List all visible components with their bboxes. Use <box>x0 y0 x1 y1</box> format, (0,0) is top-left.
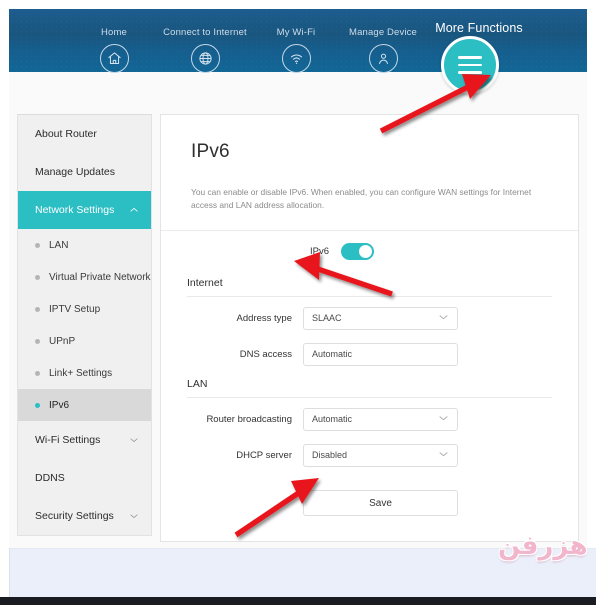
dhcp-server-value: Disabled <box>312 450 348 460</box>
bullet-icon <box>35 338 40 344</box>
section-title: LAN <box>187 378 208 390</box>
nav-item-my-wifi[interactable]: My Wi-Fi <box>267 9 325 73</box>
field-label: Router broadcasting <box>206 413 292 425</box>
wifi-icon <box>281 44 311 73</box>
top-navigation-bar: Home Connect to Internet My Wi-Fi Manage… <box>9 9 587 73</box>
ipv6-toggle-label: IPv6 <box>309 245 329 257</box>
section-title: Internet <box>187 277 223 289</box>
sidebar-item-label: Virtual Private Network <box>49 271 151 283</box>
sidebar-item-label: Manage Updates <box>35 166 115 178</box>
sidebar-item-label: UPnP <box>49 335 76 347</box>
sidebar-item-label: IPv6 <box>49 399 70 411</box>
field-label: Address type <box>236 312 292 324</box>
card-body: IPv6 Internet Address type SLAAC DNS acc… <box>161 231 578 516</box>
user-icon <box>368 44 398 73</box>
toggle-knob <box>359 244 372 258</box>
nav-item-connect-to-internet[interactable]: Connect to Internet <box>159 9 251 73</box>
field-dhcp-server: DHCP server Disabled <box>185 440 554 470</box>
address-type-select[interactable]: SLAAC <box>303 306 458 330</box>
router-admin-screenshot: Home Connect to Internet My Wi-Fi Manage… <box>0 0 596 605</box>
hamburger-bar-3 <box>458 71 482 74</box>
field-label: DHCP server <box>236 449 292 461</box>
sidebar-item-manage-updates[interactable]: Manage Updates <box>18 153 151 191</box>
sidebar-item-virtual-private-network[interactable]: Virtual Private Network <box>18 261 151 293</box>
field-label: DNS access <box>239 348 292 360</box>
nav-item-manage-device-label: Manage Device <box>349 27 417 38</box>
nav-item-connect-label: Connect to Internet <box>163 27 247 38</box>
bullet-icon <box>35 402 40 408</box>
hamburger-icon[interactable] <box>441 36 499 94</box>
sidebar-item-label: Network Settings <box>35 204 115 216</box>
sidebar-item-label: DDNS <box>35 472 65 484</box>
ipv6-settings-card: IPv6 You can enable or disable IPv6. Whe… <box>160 114 579 542</box>
dhcp-server-select[interactable]: Disabled <box>303 443 458 467</box>
save-button-wrapper: Save <box>185 490 554 516</box>
sidebar-item-label: Wi-Fi Settings <box>35 434 101 446</box>
sidebar-item-iptv-setup[interactable]: IPTV Setup <box>18 293 151 325</box>
watermark: هزرفن <box>498 531 589 561</box>
sidebar-item-upnp[interactable]: UPnP <box>18 325 151 357</box>
chevron-down-icon <box>438 413 449 426</box>
globe-icon <box>190 44 220 73</box>
sidebar-item-lan[interactable]: LAN <box>18 229 151 261</box>
top-navigation-items: Home Connect to Internet My Wi-Fi Manage… <box>9 9 587 73</box>
sidebar-item-label: Link+ Settings <box>49 367 113 379</box>
nav-item-my-wifi-label: My Wi-Fi <box>276 27 316 38</box>
card-header: IPv6 You can enable or disable IPv6. Whe… <box>161 115 578 231</box>
chevron-down-icon <box>438 449 449 462</box>
nav-item-more-functions[interactable]: More Functions <box>429 9 529 35</box>
field-address-type: Address type SLAAC <box>185 303 554 333</box>
bullet-icon <box>35 242 40 248</box>
chevron-down-icon <box>129 511 139 521</box>
divider <box>187 296 552 297</box>
router-broadcasting-value: Automatic <box>312 414 353 424</box>
chevron-down-icon <box>438 312 449 325</box>
hamburger-bar-2 <box>458 63 482 67</box>
chevron-up-icon <box>129 205 139 215</box>
sidebar-item-label: IPTV Setup <box>49 303 101 315</box>
home-icon <box>99 44 129 73</box>
footer-left-rail <box>9 548 10 597</box>
save-button[interactable]: Save <box>303 490 458 516</box>
ipv6-toggle-switch[interactable] <box>341 242 374 260</box>
chevron-down-icon <box>129 435 139 445</box>
sidebar-item-about-router[interactable]: About Router <box>18 115 151 153</box>
dns-access-value: Automatic <box>312 349 353 359</box>
section-lan: LAN Router broadcasting Automatic DHCP s… <box>185 378 554 470</box>
page-title: IPv6 <box>191 141 230 162</box>
ipv6-toggle-row: IPv6 <box>185 231 554 271</box>
sidebar-item-label: About Router <box>35 128 97 140</box>
nav-item-home[interactable]: Home <box>87 9 141 73</box>
nav-item-home-label: Home <box>101 27 127 38</box>
sidebar: About Router Manage Updates Network Sett… <box>17 114 152 536</box>
field-dns-access: DNS access Automatic <box>185 339 554 369</box>
router-broadcasting-select[interactable]: Automatic <box>303 407 458 431</box>
bullet-icon <box>35 306 40 312</box>
divider <box>187 397 552 398</box>
sidebar-item-ipv6[interactable]: IPv6 <box>18 389 151 421</box>
sidebar-item-wifi-settings[interactable]: Wi-Fi Settings <box>18 421 151 459</box>
bottom-edge-bar <box>0 597 596 605</box>
sidebar-item-security-settings[interactable]: Security Settings <box>18 497 151 535</box>
page-body: About Router Manage Updates Network Sett… <box>9 72 587 548</box>
sidebar-item-link-plus-settings[interactable]: Link+ Settings <box>18 357 151 389</box>
address-type-value: SLAAC <box>312 313 342 323</box>
bullet-icon <box>35 274 40 280</box>
sidebar-item-label: Security Settings <box>35 510 114 522</box>
page-description: You can enable or disable IPv6. When ena… <box>191 187 532 210</box>
sidebar-item-ddns[interactable]: DDNS <box>18 459 151 497</box>
nav-item-more-functions-label: More Functions <box>435 21 523 35</box>
sidebar-item-network-settings[interactable]: Network Settings <box>18 191 151 229</box>
section-internet: Internet Address type SLAAC DNS access A… <box>185 277 554 369</box>
bullet-icon <box>35 370 40 376</box>
field-router-broadcasting: Router broadcasting Automatic <box>185 404 554 434</box>
dns-access-input[interactable]: Automatic <box>303 342 458 366</box>
nav-item-manage-device[interactable]: Manage Device <box>345 9 421 73</box>
hamburger-bar-1 <box>458 56 482 59</box>
sidebar-item-label: LAN <box>49 239 69 251</box>
